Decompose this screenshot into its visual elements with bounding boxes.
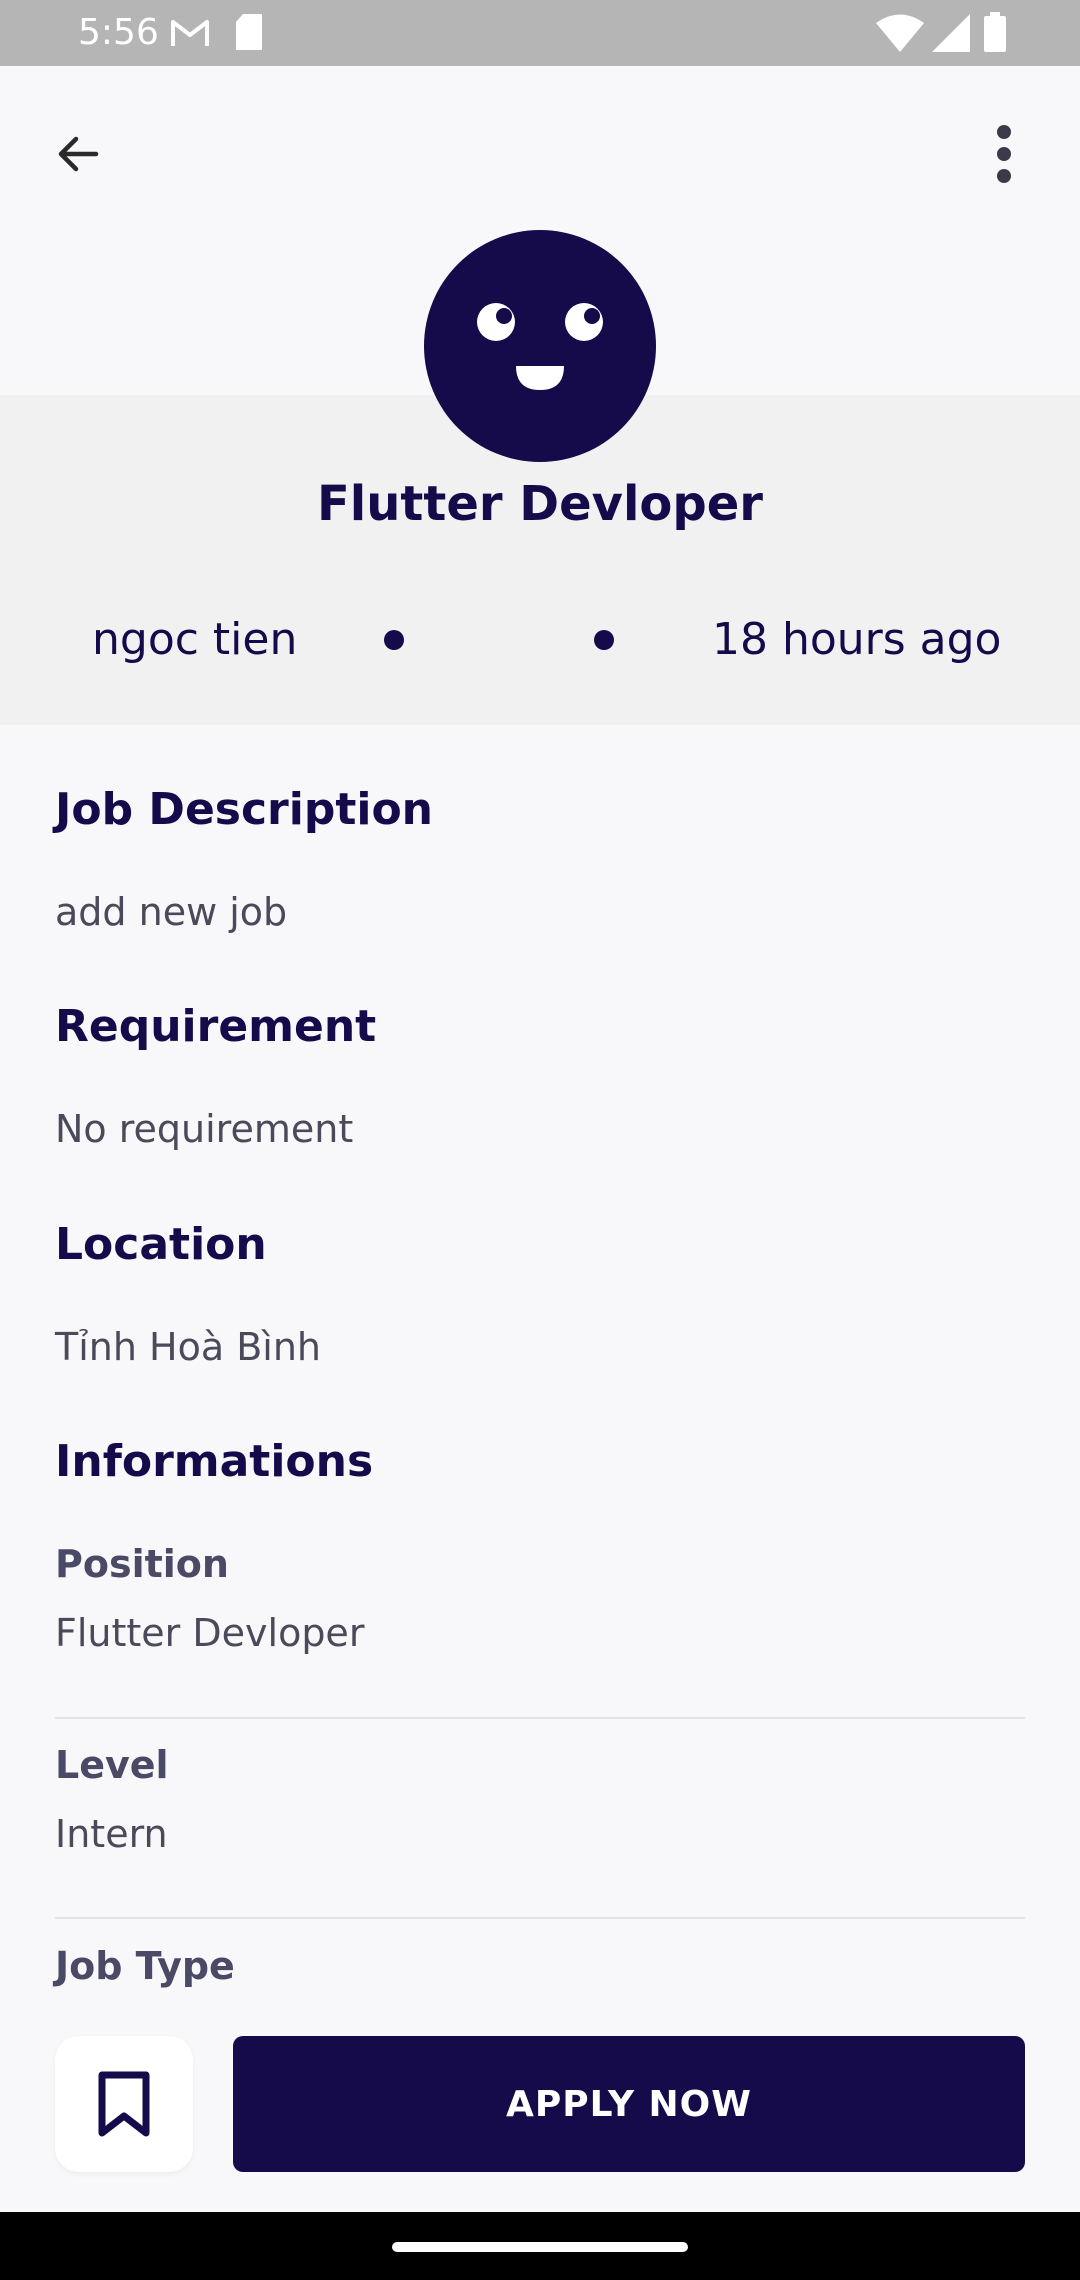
job-meta-row: ngoc tien 18 hours ago — [0, 612, 1080, 672]
level-label: Level — [55, 1743, 169, 1787]
battery-icon — [984, 12, 1006, 52]
more-options-button[interactable] — [966, 116, 1042, 192]
company-avatar — [424, 230, 656, 462]
home-indicator[interactable] — [392, 2242, 688, 2252]
back-button[interactable] — [40, 116, 116, 192]
level-value: Intern — [55, 1812, 168, 1856]
signal-icon — [932, 14, 970, 52]
location-title: Location — [55, 1219, 267, 1270]
position-label: Position — [55, 1542, 229, 1586]
divider — [55, 1717, 1025, 1719]
poster-name: ngoc tien — [92, 614, 298, 665]
position-value: Flutter Devloper — [55, 1611, 365, 1655]
posted-time: 18 hours ago — [712, 614, 1002, 665]
more-vertical-icon — [997, 125, 1011, 183]
wifi-icon — [876, 14, 924, 52]
separator-dot — [384, 630, 404, 650]
apply-now-button[interactable]: APPLY NOW — [233, 2036, 1025, 2172]
job-description-text: add new job — [55, 890, 288, 934]
arrow-back-icon — [58, 136, 99, 172]
job-description-title: Job Description — [55, 784, 433, 835]
bookmark-icon — [98, 2071, 150, 2137]
bookmark-button[interactable] — [55, 2036, 193, 2172]
status-time: 5:56 — [78, 12, 159, 53]
separator-dot — [594, 630, 614, 650]
divider — [55, 1917, 1025, 1919]
job-title: Flutter Devloper — [317, 476, 763, 532]
job-type-label: Job Type — [55, 1944, 235, 1988]
gmail-icon — [171, 20, 209, 46]
location-text: Tỉnh Hoà Bình — [55, 1325, 321, 1369]
informations-title: Informations — [55, 1436, 374, 1487]
requirement-text: No requirement — [55, 1107, 354, 1151]
sd-card-icon — [236, 14, 262, 50]
requirement-title: Requirement — [55, 1001, 377, 1052]
